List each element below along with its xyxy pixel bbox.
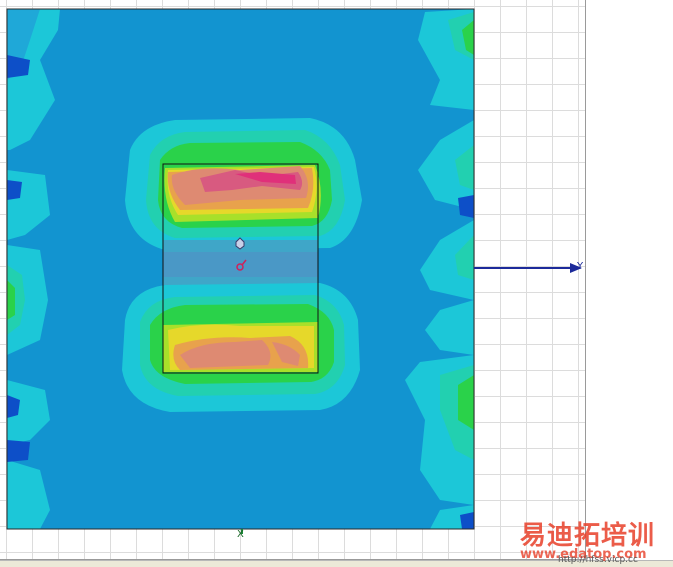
x-axis-label: X [237, 529, 244, 540]
field-overlay-plot: Y X [6, 8, 584, 540]
watermark-subtext: http://hfss.vicp.cc [558, 555, 638, 565]
3d-modeler-viewport[interactable]: Y X [0, 0, 586, 560]
y-axis-arrow-icon [474, 263, 582, 273]
lower-field-region [122, 283, 360, 412]
watermark: 易迪拓培训 www.edatop.com http://hfss.vicp.cc [514, 515, 673, 565]
y-axis-label: Y [576, 261, 584, 272]
upper-field-region [125, 118, 362, 250]
